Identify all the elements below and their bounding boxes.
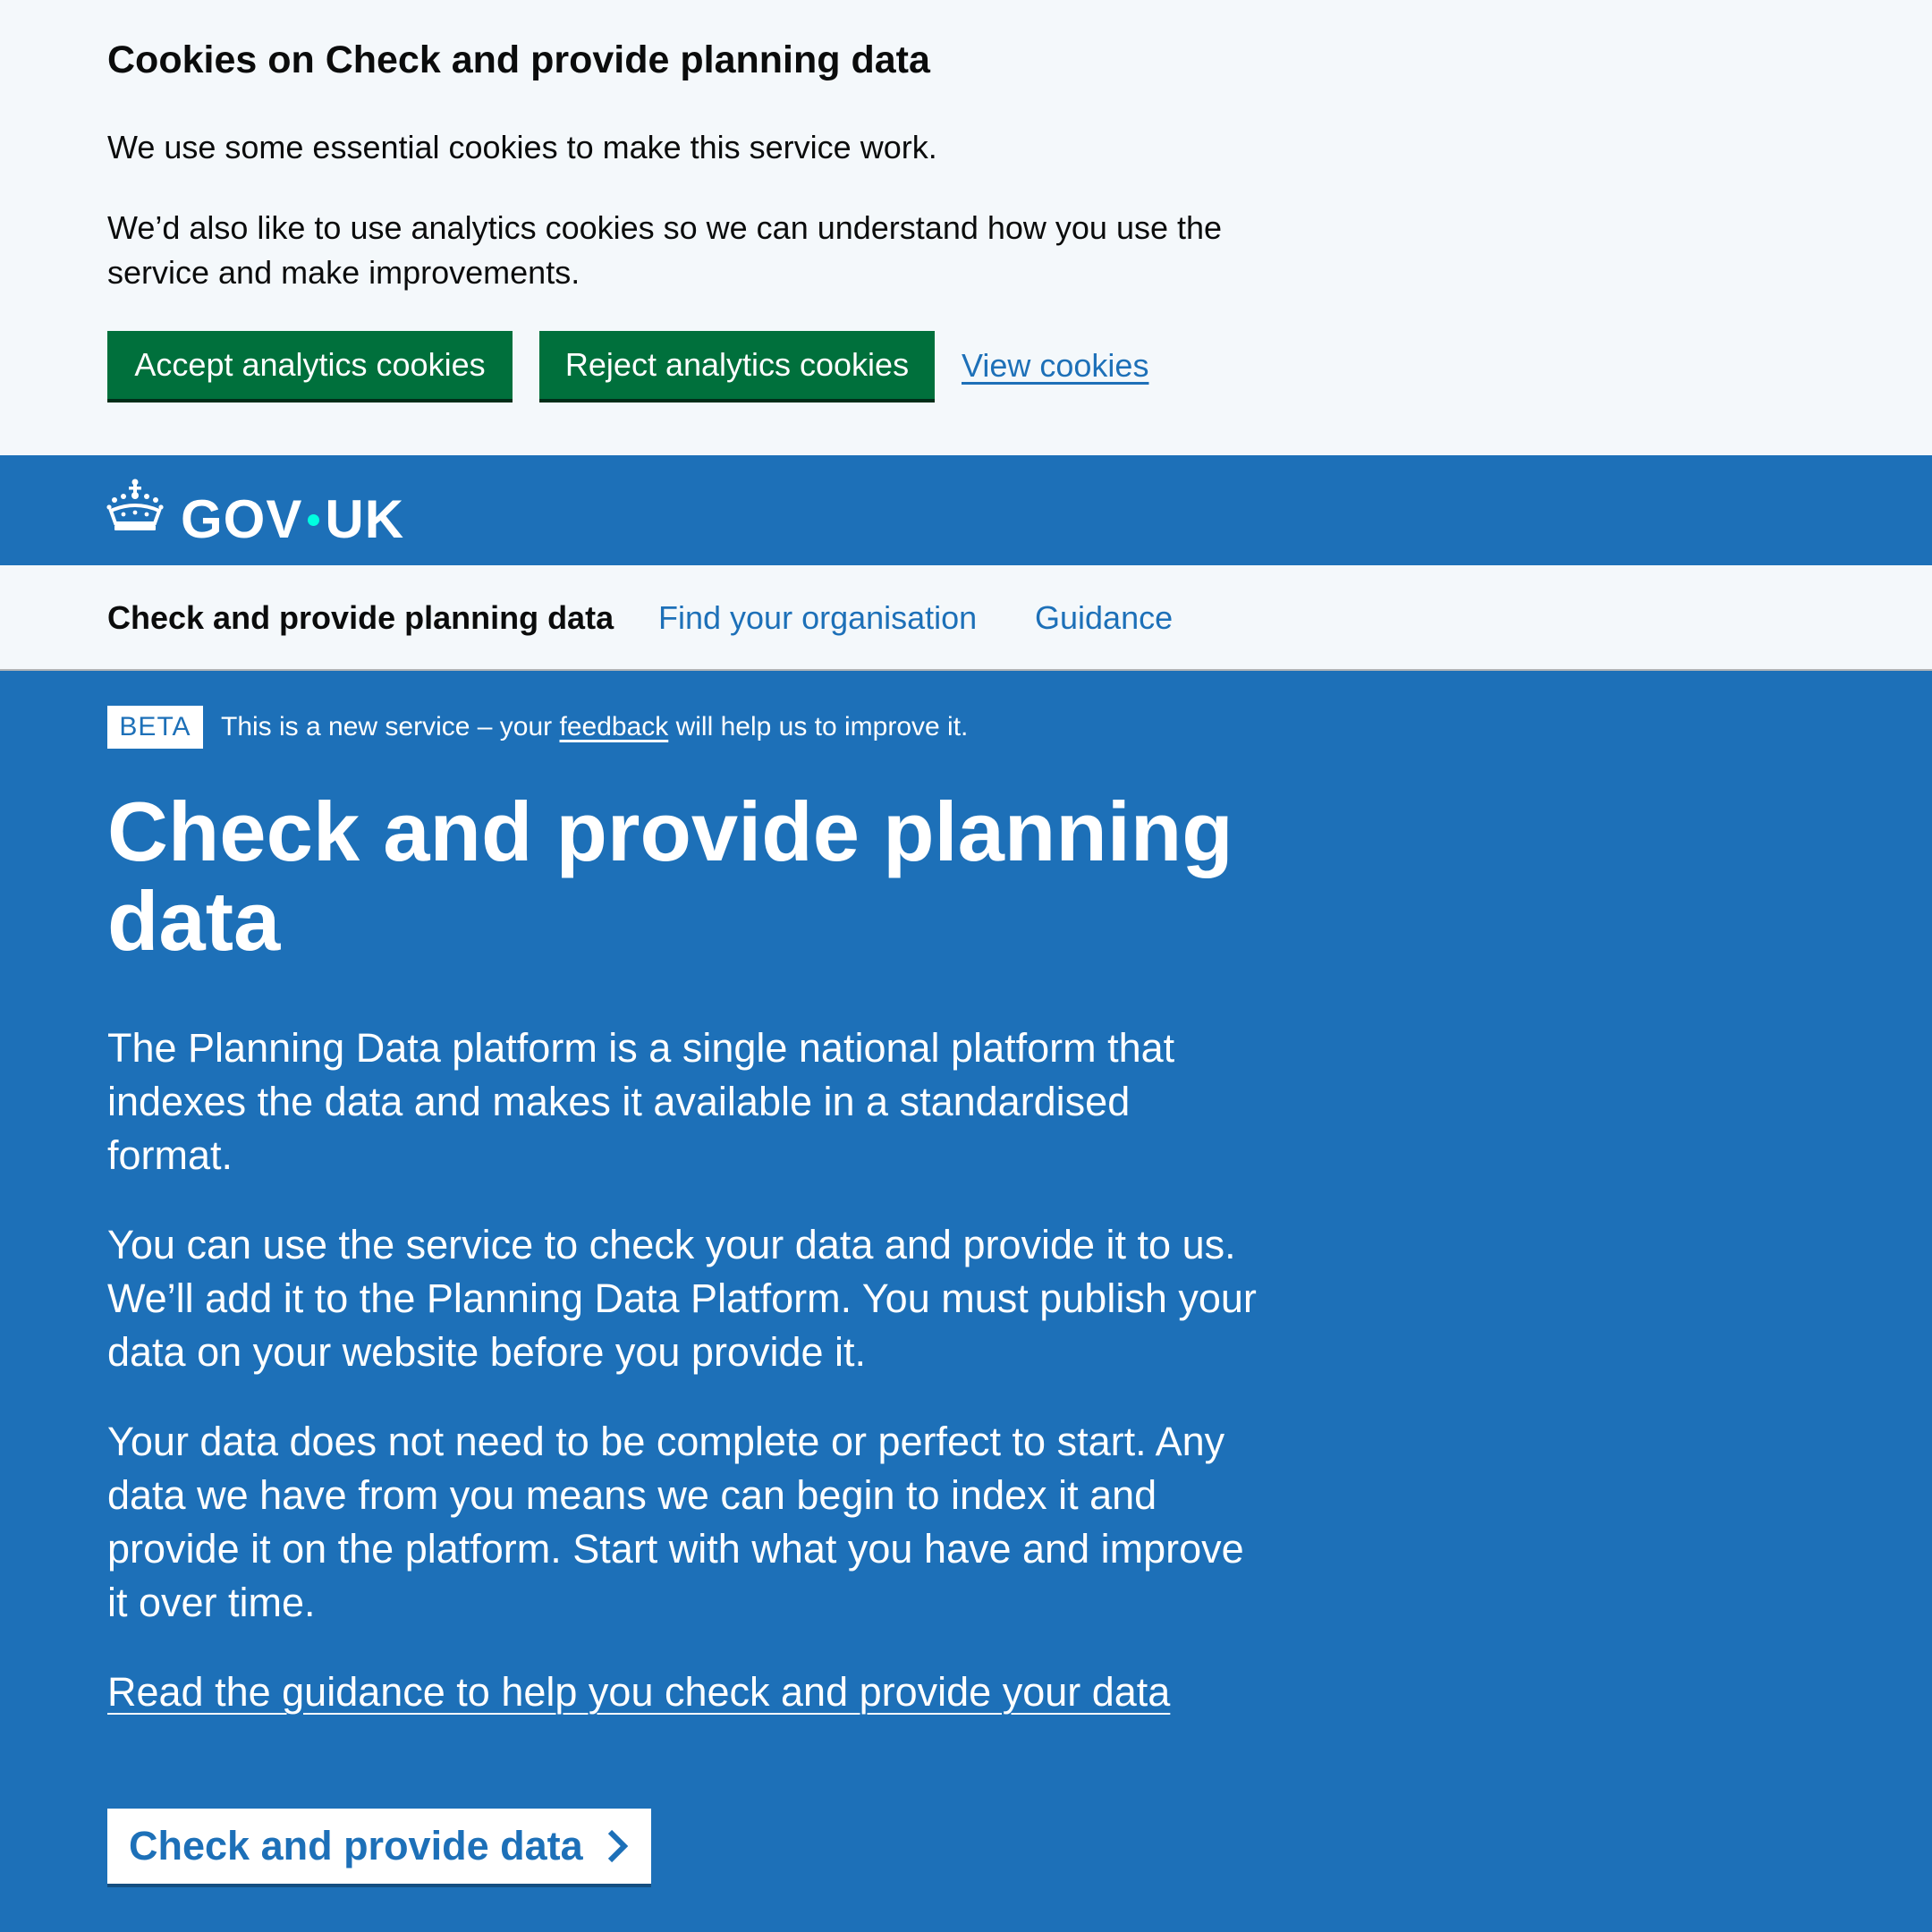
- crown-icon[interactable]: [106, 477, 165, 536]
- intro-paragraph: Your data does not need to be complete o…: [107, 1419, 1244, 1625]
- feedback-link[interactable]: feedback: [559, 712, 668, 741]
- phase-banner-text: This is a new service – your feedback wi…: [221, 706, 968, 749]
- chevron-right-icon: [607, 1829, 629, 1863]
- page-title: Check and provide planning data: [107, 784, 1233, 968]
- logotype-dot: [308, 513, 320, 526]
- logotype-uk: UK: [325, 489, 405, 549]
- nav-link-guidance[interactable]: Guidance: [1035, 596, 1173, 640]
- logotype-gov: GOV: [181, 489, 303, 549]
- reject-cookies-button[interactable]: Reject analytics cookies: [539, 331, 935, 399]
- phase-text-after: will help us to improve it.: [668, 712, 969, 741]
- intro-paragraph: The Planning Data platform is a single n…: [107, 1025, 1175, 1178]
- service-name-link[interactable]: Check and provide planning data: [107, 596, 614, 640]
- nav-link-find-your-organisation[interactable]: Find your organisation: [658, 596, 977, 640]
- cookie-banner-title: Cookies on Check and provide planning da…: [107, 38, 930, 81]
- view-cookies-link[interactable]: View cookies: [962, 343, 1148, 388]
- service-navigation: Check and provide planning data Find you…: [0, 565, 1932, 671]
- accept-cookies-button[interactable]: Accept analytics cookies: [107, 331, 513, 399]
- cookie-banner-text: We use some essential cookies to make th…: [107, 129, 937, 165]
- read-guidance-link[interactable]: Read the guidance to help you check and …: [107, 1665, 1170, 1719]
- start-button-label: Check and provide data: [129, 1823, 583, 1868]
- intro-paragraph: You can use the service to check your da…: [107, 1222, 1257, 1375]
- beta-tag: BETA: [107, 706, 203, 749]
- cookie-banner-text: We’d also like to use analytics cookies …: [107, 209, 1223, 291]
- govuk-header: GOV UK: [0, 455, 1932, 565]
- phase-text-before: This is a new service – your: [221, 712, 560, 741]
- check-and-provide-data-button[interactable]: Check and provide data: [107, 1809, 651, 1884]
- govuk-logotype[interactable]: GOV UK: [181, 475, 404, 564]
- cookie-banner: Cookies on Check and provide planning da…: [0, 0, 1932, 455]
